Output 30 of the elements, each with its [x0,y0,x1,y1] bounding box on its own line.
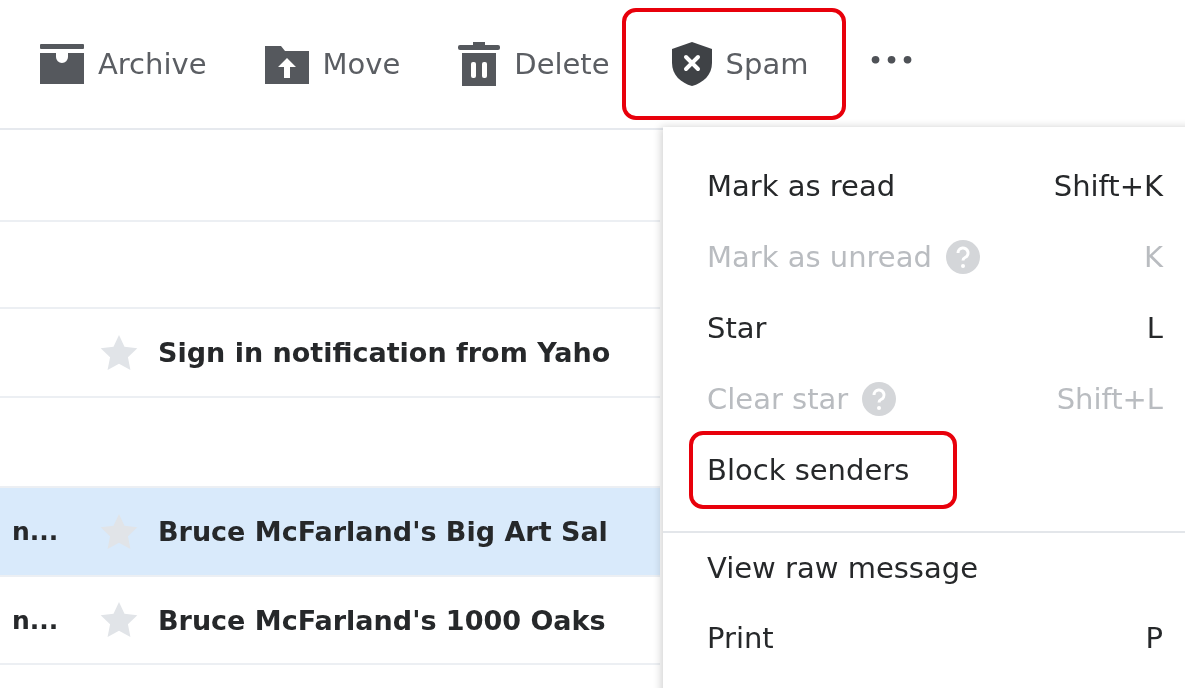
menu-item[interactable]: View raw message [663,531,1185,602]
shortcut-key: K [1143,239,1163,274]
message-subject: Sign in notification from Yaho [158,337,611,368]
menu-item-label: Mark as read [707,168,896,203]
menu-item-label: Print [707,620,774,655]
menu-item-label: Clear star [707,381,849,416]
archive-icon [40,44,84,84]
menu-item-label: Star [707,310,767,345]
spam-button[interactable]: Spam [621,8,847,120]
message-subject: Bruce McFarland's 1000 Oaks [158,604,606,636]
menu-item-label: View raw message [707,550,978,585]
shortcut-key: Shift+L [1056,381,1163,416]
shortcut-key: P [1145,620,1163,655]
star-icon[interactable] [100,602,138,638]
star-icon[interactable] [100,334,138,371]
menu-item[interactable]: Mark as read Shift+K [663,150,1185,221]
sender-name: n... [11,517,60,546]
more-button[interactable]: ••• [868,47,917,73]
menu-item-label: Block senders [707,452,910,487]
folder-arrow-icon [264,44,309,84]
trash-icon [458,42,501,86]
menu-item[interactable]: Star L [663,292,1185,363]
message-subject: Bruce McFarland's Big Art Sal [158,516,608,547]
menu-item[interactable]: Print P [663,602,1185,673]
shortcut-key: L [1146,310,1163,345]
sender-name: n... [11,605,60,635]
message-row[interactable]: n... Bruce McFarland's Big Art Sal [0,488,660,577]
menu-item-label: Mark as unread [707,239,932,274]
shortcut-key: Shift+K [1053,168,1163,203]
shield-x-icon [671,42,712,86]
